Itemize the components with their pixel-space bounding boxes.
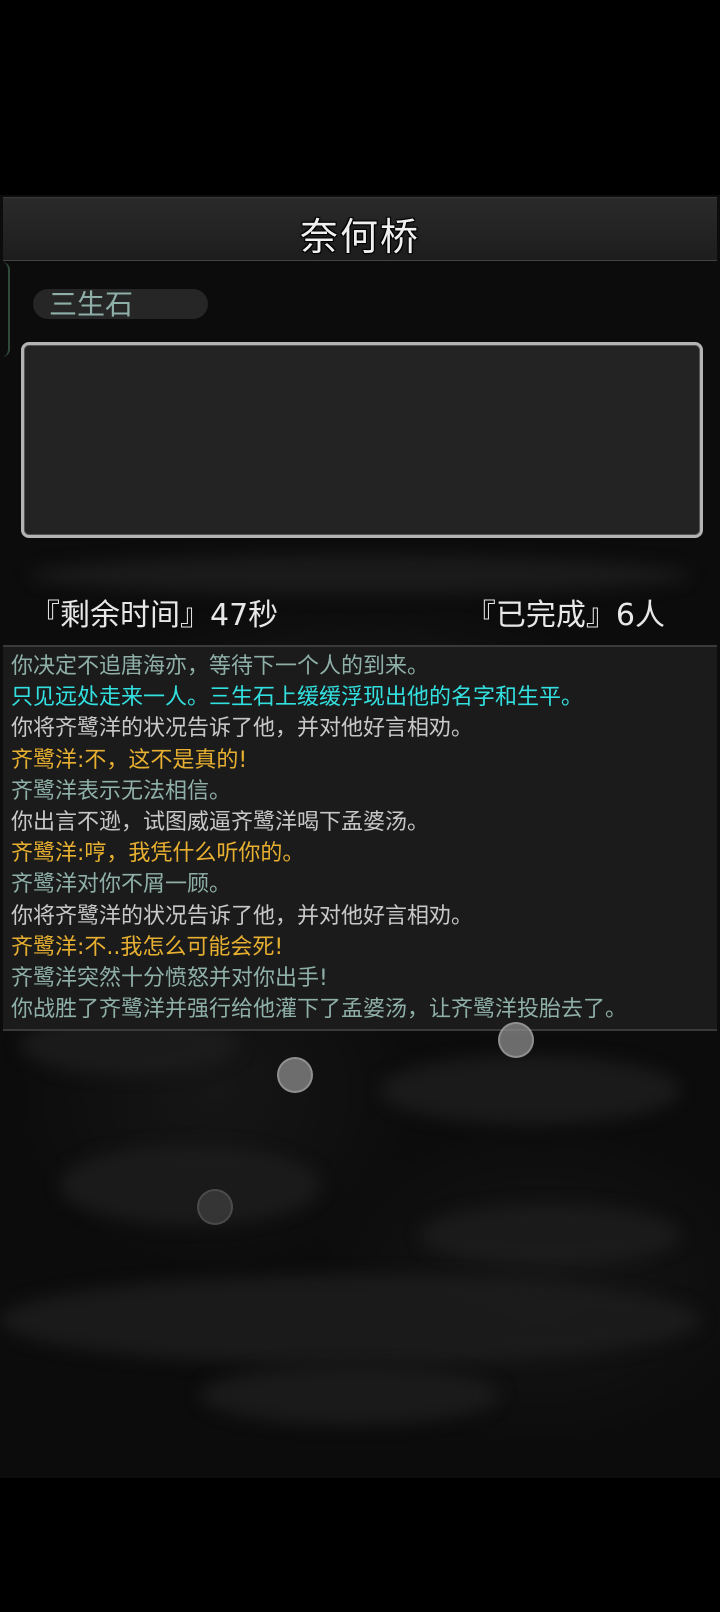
page-title: 奈何桥 <box>299 215 420 259</box>
log-line: 你决定不追唐海亦，等待下一个人的到来。 <box>11 654 430 679</box>
stone-label-text: 三生石 <box>49 288 134 321</box>
touch-indicator <box>277 1057 313 1093</box>
message-log: 你决定不追唐海亦，等待下一个人的到来。只见远处走来一人。三生石上缓缓浮现出他的名… <box>3 645 717 1031</box>
log-line: 只见远处走来一人。三生石上缓缓浮现出他的名字和生平。 <box>11 685 584 711</box>
title-bar: 奈何桥 <box>3 197 717 261</box>
log-line: 齐鹭洋:哼，我凭什么听你的。 <box>11 841 305 867</box>
stone-label: 三生石 <box>33 288 208 321</box>
log-line: 你将齐鹭洋的状况告诉了他，并对他好言相劝。 <box>11 903 474 929</box>
log-line: 齐鹭洋突然十分愤怒并对你出手! <box>11 965 328 991</box>
log-line: 齐鹭洋表示无法相信。 <box>11 778 232 804</box>
log-line: 齐鹭洋对你不屑一顾。 <box>11 872 232 898</box>
game-screen: 奈何桥 三生石 『剩余时间』47秒 『已完成』6人 你决定不追唐海亦，等待下一个… <box>0 0 720 1612</box>
log-line: 齐鹭洋:不..我怎么可能会死! <box>11 934 284 960</box>
log-line: 你将齐鹭洋的状况告诉了他，并对他好言相劝。 <box>11 716 474 742</box>
side-tab-handle[interactable] <box>0 262 10 357</box>
time-remaining: 『剩余时间』47秒 <box>30 598 279 633</box>
touch-indicator <box>197 1189 233 1225</box>
log-line: 你出言不逊，试图威逼齐鹭洋喝下孟婆汤。 <box>11 809 430 835</box>
log-line: 你战胜了齐鹭洋并强行给他灌下了孟婆汤，让齐鹭洋投胎去了。 <box>11 997 628 1023</box>
touch-indicator <box>498 1022 534 1058</box>
stone-display-box <box>21 342 703 538</box>
log-line: 齐鹭洋:不，这不是真的! <box>11 747 248 773</box>
completed-count: 『已完成』6人 <box>465 598 665 633</box>
